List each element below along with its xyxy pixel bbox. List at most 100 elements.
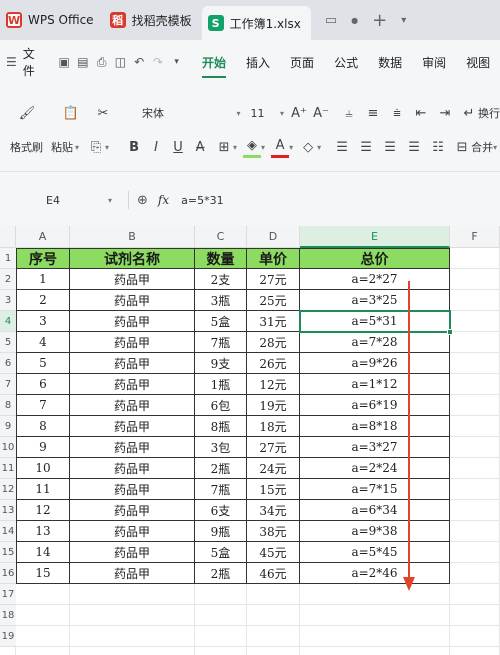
chevron-down-icon[interactable]: ▾ xyxy=(493,143,497,152)
format-painter-icon[interactable]: 🖌 xyxy=(18,102,36,124)
row-header-12[interactable]: 12 xyxy=(0,479,16,500)
table-cell[interactable]: 1瓶 xyxy=(195,374,247,395)
table-cell[interactable]: a=5*45 xyxy=(300,542,450,563)
table-cell[interactable]: 11 xyxy=(16,479,70,500)
table-cell[interactable]: 8 xyxy=(16,416,70,437)
fill-handle[interactable] xyxy=(447,329,453,335)
save-icon[interactable]: ▣ xyxy=(57,55,72,69)
table-cell[interactable]: 6包 xyxy=(195,395,247,416)
formula-input[interactable]: a=5*31 xyxy=(181,194,223,207)
print-icon[interactable]: ⎙ xyxy=(94,55,109,70)
table-cell[interactable]: 药品甲 xyxy=(70,416,195,437)
paste-label[interactable]: 粘贴 xyxy=(51,139,73,155)
row-header-7[interactable]: 7 xyxy=(0,374,16,395)
table-cell[interactable]: 15元 xyxy=(247,479,300,500)
tab-daoke-templates[interactable]: 稻 找稻壳模板 xyxy=(104,0,202,40)
row-header-14[interactable]: 14 xyxy=(0,521,16,542)
tab-view[interactable]: 视图 xyxy=(456,40,500,84)
borders-icon[interactable]: ⊞ xyxy=(215,136,233,158)
table-cell[interactable]: 药品甲 xyxy=(70,332,195,353)
table-cell[interactable]: a=2*27 xyxy=(300,269,450,290)
table-cell[interactable]: 8瓶 xyxy=(195,416,247,437)
table-cell[interactable]: 5盒 xyxy=(195,542,247,563)
file-menu[interactable]: 文件 xyxy=(23,45,45,79)
row-header-13[interactable]: 13 xyxy=(0,500,16,521)
table-cell[interactable]: 2 xyxy=(16,290,70,311)
table-cell[interactable]: a=5*31 xyxy=(300,311,450,332)
table-cell[interactable]: a=9*26 xyxy=(300,353,450,374)
format-painter-label[interactable]: 格式刷 xyxy=(10,139,43,155)
table-cell[interactable]: 2瓶 xyxy=(195,458,247,479)
row-header-19[interactable]: 19 xyxy=(0,626,16,647)
chevron-down-icon[interactable]: ▾ xyxy=(317,143,321,152)
table-cell[interactable]: 2支 xyxy=(195,269,247,290)
table-cell[interactable]: a=2*46 xyxy=(300,563,450,584)
row-header-17[interactable]: 17 xyxy=(0,584,16,605)
chevron-down-icon[interactable]: ▾ xyxy=(401,15,406,26)
increase-indent-icon[interactable]: ⇥ xyxy=(436,102,454,124)
table-header-cell[interactable]: 数量 xyxy=(195,248,247,269)
table-cell[interactable]: 药品甲 xyxy=(70,269,195,290)
underline-icon[interactable]: U xyxy=(169,136,187,158)
tab-data[interactable]: 数据 xyxy=(368,40,412,84)
table-cell[interactable]: 14 xyxy=(16,542,70,563)
table-cell[interactable]: 27元 xyxy=(247,437,300,458)
bold-icon[interactable]: B xyxy=(125,136,143,158)
row-header-8[interactable]: 8 xyxy=(0,395,16,416)
row-header-2[interactable]: 2 xyxy=(0,269,16,290)
table-cell[interactable]: 24元 xyxy=(247,458,300,479)
chevron-down-icon[interactable]: ▾ xyxy=(289,143,293,152)
table-cell[interactable]: a=3*25 xyxy=(300,290,450,311)
clear-format-icon[interactable]: ◇ xyxy=(299,136,317,158)
table-cell[interactable]: 31元 xyxy=(247,311,300,332)
table-cell[interactable]: 34元 xyxy=(247,500,300,521)
align-bottom-icon[interactable]: ⩧ xyxy=(388,102,406,124)
table-cell[interactable]: 4 xyxy=(16,332,70,353)
row-header-10[interactable]: 10 xyxy=(0,437,16,458)
table-cell[interactable]: 药品甲 xyxy=(70,458,195,479)
table-cell[interactable]: a=7*15 xyxy=(300,479,450,500)
table-cell[interactable]: 药品甲 xyxy=(70,395,195,416)
table-cell[interactable]: 38元 xyxy=(247,521,300,542)
row-header-15[interactable]: 15 xyxy=(0,542,16,563)
table-cell[interactable]: 9 xyxy=(16,437,70,458)
table-cell[interactable]: 15 xyxy=(16,563,70,584)
table-cell[interactable]: 1 xyxy=(16,269,70,290)
table-cell[interactable]: 18元 xyxy=(247,416,300,437)
table-cell[interactable]: 3瓶 xyxy=(195,290,247,311)
chevron-down-icon[interactable]: ▾ xyxy=(105,143,109,152)
italic-icon[interactable]: I xyxy=(147,136,165,158)
column-header-e[interactable]: E xyxy=(300,226,450,248)
decrease-font-icon[interactable]: A⁻ xyxy=(312,102,330,124)
table-cell[interactable]: a=3*27 xyxy=(300,437,450,458)
export-pdf-icon[interactable]: ▤ xyxy=(76,55,91,69)
table-cell[interactable]: 19元 xyxy=(247,395,300,416)
table-cell[interactable]: 10 xyxy=(16,458,70,479)
row-header-9[interactable]: 9 xyxy=(0,416,16,437)
table-header-cell[interactable]: 单价 xyxy=(247,248,300,269)
row-header-16[interactable]: 16 xyxy=(0,563,16,584)
table-cell[interactable]: 药品甲 xyxy=(70,521,195,542)
table-cell[interactable]: 13 xyxy=(16,521,70,542)
tab-review[interactable]: 审阅 xyxy=(412,40,456,84)
font-name-select[interactable]: 宋体 ▾ xyxy=(142,105,241,121)
redo-icon[interactable]: ↷ xyxy=(151,55,166,69)
table-cell[interactable]: a=6*34 xyxy=(300,500,450,521)
row-header-3[interactable]: 3 xyxy=(0,290,16,311)
name-box[interactable]: E4 ▾ xyxy=(0,194,120,207)
table-cell[interactable]: 药品甲 xyxy=(70,500,195,521)
table-cell[interactable]: 46元 xyxy=(247,563,300,584)
align-top-icon[interactable]: ⫨ xyxy=(340,102,358,124)
table-cell[interactable]: 药品甲 xyxy=(70,542,195,563)
table-cell[interactable]: 7 xyxy=(16,395,70,416)
zoom-formula-icon[interactable]: ⊕ xyxy=(137,193,148,208)
table-cell[interactable]: a=8*18 xyxy=(300,416,450,437)
table-cell[interactable]: 6支 xyxy=(195,500,247,521)
cut-icon[interactable]: ✂ xyxy=(94,102,112,124)
row-header-6[interactable]: 6 xyxy=(0,353,16,374)
table-header-cell[interactable]: 总价 xyxy=(300,248,450,269)
font-size-select[interactable]: 11 ▾ xyxy=(251,107,285,120)
menu-hamburger-icon[interactable]: ☰ xyxy=(4,55,19,69)
tab-list-icon[interactable]: ▭ xyxy=(325,13,337,28)
chevron-down-icon[interactable]: ▾ xyxy=(233,143,237,152)
